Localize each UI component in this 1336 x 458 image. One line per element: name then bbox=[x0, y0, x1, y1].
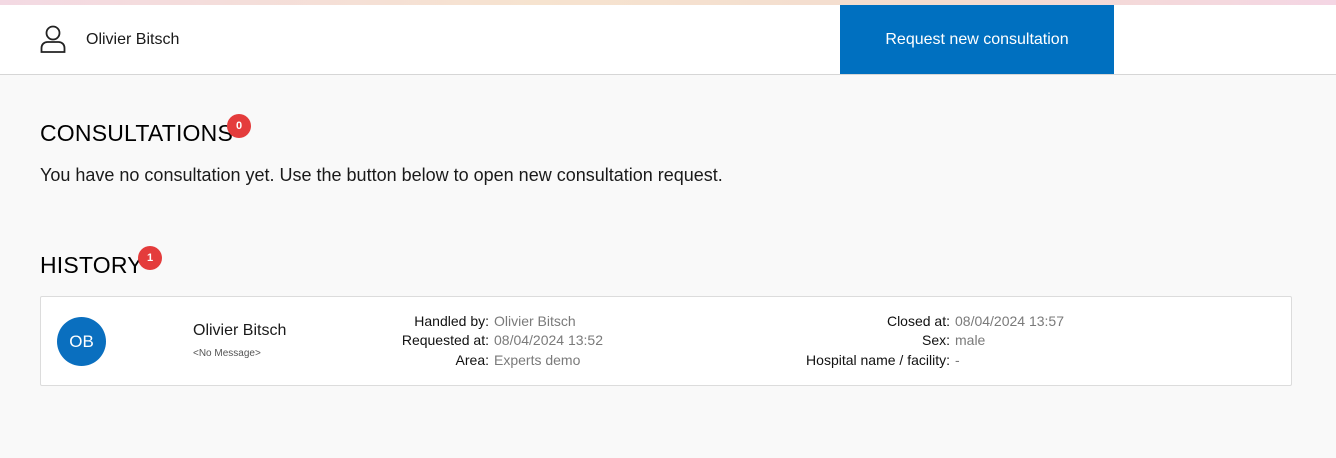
history-title: HISTORY bbox=[40, 252, 143, 278]
closed-at-value: 08/04/2024 13:57 bbox=[955, 313, 1064, 329]
hospital-label: Hospital name / facility: bbox=[806, 352, 950, 368]
handled-by-label: Handled by: bbox=[414, 313, 489, 329]
user-icon[interactable] bbox=[40, 25, 66, 53]
history-item-message: <No Message> bbox=[193, 348, 261, 359]
app-header: Olivier Bitsch Request new consultation bbox=[0, 5, 1336, 75]
requested-at-value: 08/04/2024 13:52 bbox=[494, 332, 603, 348]
area-value: Experts demo bbox=[494, 352, 581, 368]
request-new-consultation-button[interactable]: Request new consultation bbox=[840, 5, 1114, 74]
history-item-card[interactable]: OB Olivier Bitsch <No Message> Handled b… bbox=[40, 296, 1292, 386]
closed-at-label: Closed at: bbox=[886, 313, 950, 329]
sex-value: male bbox=[955, 332, 986, 348]
sex-label: Sex: bbox=[921, 332, 950, 348]
history-item-name: Olivier Bitsch bbox=[193, 322, 287, 339]
consultations-count-badge: 0 bbox=[227, 114, 251, 138]
hospital-value: - bbox=[955, 352, 960, 368]
avatar: OB bbox=[57, 317, 106, 366]
no-consultations-message: You have no consultation yet. Use the bu… bbox=[40, 165, 723, 185]
history-count-badge: 1 bbox=[138, 246, 162, 270]
consultations-title: CONSULTATIONS bbox=[40, 120, 234, 146]
header-user-name[interactable]: Olivier Bitsch bbox=[86, 31, 179, 49]
area-label: Area: bbox=[455, 352, 489, 368]
handled-by-value: Olivier Bitsch bbox=[494, 313, 576, 329]
requested-at-label: Requested at: bbox=[401, 332, 489, 348]
